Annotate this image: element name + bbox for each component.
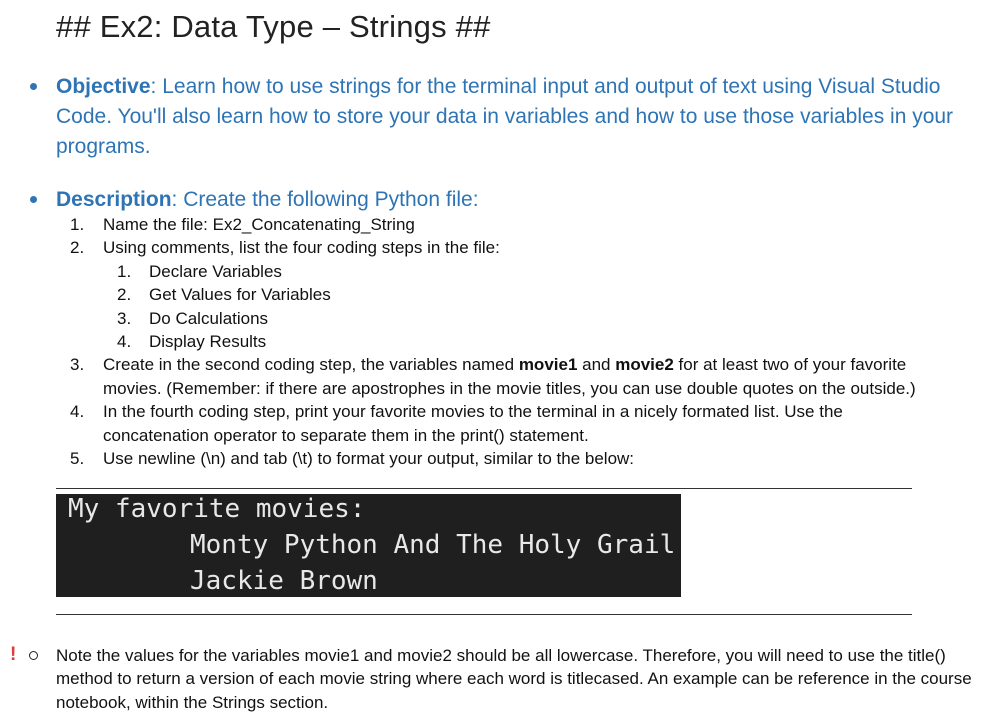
objective-text: : Learn how to use strings for the termi… (56, 75, 954, 158)
objective-paragraph: Objective: Learn how to use strings for … (56, 72, 956, 162)
step-number: 2. (70, 238, 85, 258)
list-item: 3. Create in the second coding step, the… (70, 353, 963, 400)
substep-number: 3. (117, 308, 132, 328)
list-item: 4. Display Results (117, 330, 960, 353)
description-bullet (30, 196, 37, 203)
step-number: 5. (70, 449, 85, 469)
substep-text: Get Values for Variables (149, 285, 331, 305)
step-text-mid: and (577, 355, 616, 375)
step-number: 4. (70, 402, 85, 422)
terminal-line-movie1: Monty Python And The Holy Grail (190, 530, 676, 560)
description-label: Description (56, 188, 172, 211)
objective-label: Objective (56, 75, 151, 98)
terminal-line-movie2: Jackie Brown (190, 566, 378, 596)
variable-name-movie2: movie2 (615, 355, 674, 375)
terminal-line-heading: My favorite movies: (68, 494, 366, 524)
list-item: 2. Using comments, list the four coding … (70, 236, 960, 259)
substep-number: 4. (117, 332, 132, 352)
step-number: 3. (70, 355, 85, 375)
divider-top (56, 488, 912, 489)
list-item: 1. Name the file: Ex2_Concatenating_Stri… (70, 213, 960, 236)
divider-bottom (56, 614, 912, 615)
page-title: ## Ex2: Data Type – Strings ## (56, 9, 491, 44)
description-text: : Create the following Python file: (171, 188, 479, 211)
step-text: Name the file: Ex2_Concatenating_String (103, 215, 415, 234)
steps-list: 1. Name the file: Ex2_Concatenating_Stri… (70, 213, 960, 470)
step-text: In the fourth coding step, print your fa… (103, 402, 843, 445)
step-text: Using comments, list the four coding ste… (103, 238, 500, 258)
list-item: 5. Use newline (\n) and tab (\t) to form… (70, 447, 960, 470)
warning-icon: ! (10, 644, 17, 665)
substep-text: Do Calculations (149, 308, 269, 328)
list-item: 3. Do Calculations (117, 307, 960, 330)
substep-number: 1. (117, 261, 132, 281)
substep-text: Declare Variables (149, 261, 282, 281)
objective-bullet (30, 83, 37, 90)
terminal-output: My favorite movies: Monty Python And The… (56, 494, 681, 597)
note-text: Note the values for the variables movie1… (56, 646, 972, 712)
list-item: 2. Get Values for Variables (117, 283, 960, 306)
step-number: 1. (70, 215, 85, 234)
list-item: 4. In the fourth coding step, print your… (70, 400, 903, 447)
description-paragraph: Description: Create the following Python… (56, 185, 956, 215)
substep-text: Display Results (149, 332, 267, 352)
circle-bullet-icon (29, 651, 38, 660)
step-text: Use newline (\n) and tab (\t) to format … (103, 449, 635, 469)
step-text-pre: Create in the second coding step, the va… (103, 355, 519, 375)
list-item: 1. Declare Variables (117, 260, 960, 283)
substep-number: 2. (117, 285, 132, 305)
variable-name-movie1: movie1 (518, 355, 578, 375)
